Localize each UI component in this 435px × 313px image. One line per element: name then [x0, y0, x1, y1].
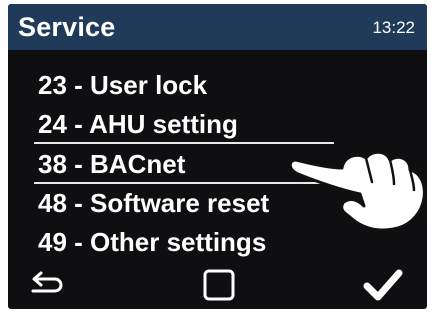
- selection-line-bottom: [34, 182, 334, 184]
- menu-item-other-settings[interactable]: 49 - Other settings: [38, 227, 266, 257]
- menu-item-bacnet[interactable]: 38 - BACnet: [38, 149, 185, 179]
- menu-item-ahu-setting[interactable]: 24 - AHU setting: [38, 109, 238, 139]
- device-bezel: Service 13:22 23 - User lock 24 - AHU se…: [0, 0, 435, 313]
- home-button[interactable]: [184, 260, 254, 309]
- menu-item-software-reset[interactable]: 48 - Software reset: [38, 188, 269, 218]
- square-icon: [203, 269, 235, 300]
- selection-line-top: [34, 142, 334, 144]
- menu-item-user-lock[interactable]: 23 - User lock: [38, 70, 207, 100]
- back-button[interactable]: [12, 260, 82, 309]
- back-arrow-icon: [31, 271, 63, 292]
- header-bar: Service 13:22: [8, 4, 427, 50]
- checkmark-icon: [363, 269, 403, 300]
- confirm-button[interactable]: [348, 260, 418, 309]
- display-screen: Service 13:22 23 - User lock 24 - AHU se…: [8, 4, 427, 309]
- page-title: Service: [18, 12, 116, 42]
- bottom-button-bar: [8, 260, 427, 309]
- clock: 13:22: [372, 18, 415, 37]
